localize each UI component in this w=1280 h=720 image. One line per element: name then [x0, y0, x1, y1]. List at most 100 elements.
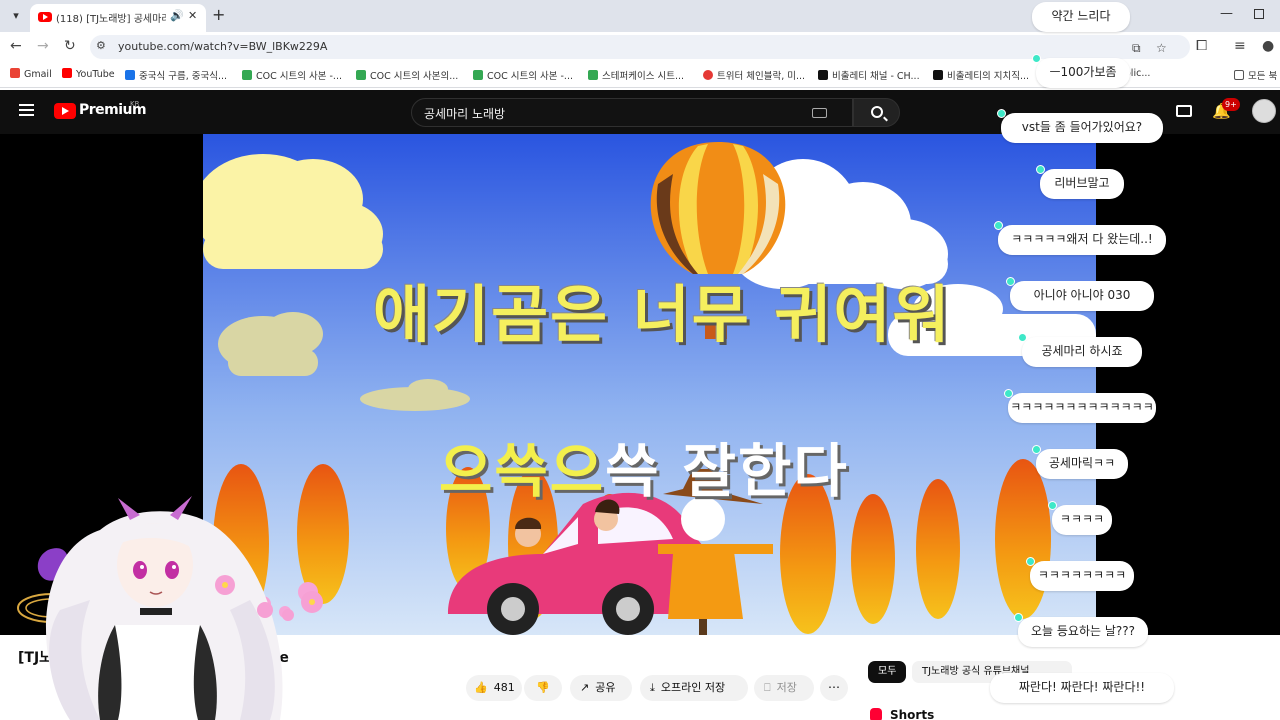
- chat-user-dot-icon: [1018, 333, 1027, 342]
- chat-message: 약간 느리다: [1032, 2, 1130, 32]
- media-controls-icon[interactable]: ≡: [1234, 38, 1246, 54]
- dislike-button[interactable]: 👎: [524, 675, 562, 701]
- bookmark-item[interactable]: 트위터 체인블락, 미...: [703, 68, 805, 82]
- new-tab-plus-icon[interactable]: +: [212, 5, 225, 24]
- browser-tab-youtube[interactable]: (118) [TJ노래방] 공세마리 - 🔊 ✕: [30, 4, 206, 32]
- youtube-favicon-icon: [38, 12, 52, 22]
- chat-message: ㅋㅋㅋㅋ: [1048, 501, 1112, 535]
- sheets-icon: [588, 70, 598, 80]
- like-button[interactable]: 👍 481: [466, 675, 522, 701]
- thumbs-up-icon: 👍: [474, 681, 488, 694]
- bookmark-star-icon[interactable]: ☆: [1156, 41, 1167, 55]
- site-icon: [125, 70, 135, 80]
- notification-badge: 9+: [1222, 98, 1240, 111]
- bookmark-item[interactable]: COC 시트의 사본 -...: [242, 68, 342, 82]
- sheets-icon: [242, 70, 252, 80]
- forward-arrow-icon[interactable]: →: [37, 38, 49, 54]
- chat-user-dot-icon: [1032, 54, 1041, 63]
- video-title[interactable]: [TJ노 araoke: [18, 647, 289, 667]
- search-value: 공세마리 노래방: [424, 107, 506, 121]
- tab-search-chevron-icon[interactable]: ▾: [6, 6, 26, 26]
- offline-save-button[interactable]: ⤓ 오프라인 저장: [640, 675, 748, 701]
- download-icon: ⤓: [650, 681, 655, 694]
- search-button[interactable]: [853, 98, 900, 127]
- window-minimize-icon[interactable]: —: [1220, 6, 1233, 21]
- bookmark-item[interactable]: YouTube: [62, 68, 115, 80]
- chip-all[interactable]: 모두: [868, 661, 907, 683]
- lyric-line-1: 애기곰은 너무 귀여워: [373, 278, 952, 351]
- search-icon: [871, 106, 883, 118]
- bookmark-item[interactable]: 스테퍼케이스 시트...: [588, 68, 684, 82]
- chat-user-dot-icon: [1014, 613, 1023, 622]
- bookmark-item[interactable]: 비출레티 채널 - CH...: [818, 68, 920, 82]
- extensions-puzzle-icon[interactable]: ⧠: [1196, 38, 1207, 54]
- back-arrow-icon[interactable]: ←: [10, 38, 22, 54]
- url-text[interactable]: youtube.com/watch?v=BW_lBKw229A: [118, 40, 327, 53]
- chat-message: 오늘 등요하는 날???: [1014, 613, 1148, 647]
- keyboard-icon[interactable]: [812, 108, 827, 118]
- bookmark-item[interactable]: 중국식 구름, 중국식...: [125, 68, 227, 82]
- chat-user-dot-icon: [1006, 277, 1015, 286]
- chat-user-dot-icon: [1004, 389, 1013, 398]
- menu-hamburger-icon[interactable]: [19, 104, 34, 116]
- window-maximize-icon[interactable]: [1254, 9, 1264, 19]
- create-video-icon[interactable]: [1176, 105, 1192, 117]
- other-bookmarks-folder[interactable]: 모든 북: [1234, 68, 1277, 82]
- search-input[interactable]: 공세마리 노래방: [411, 98, 853, 127]
- karaoke-scene-illustration: [203, 134, 1096, 635]
- profile-icon[interactable]: ●: [1262, 38, 1274, 54]
- chat-message: ㅡ100가보좀: [1032, 54, 1130, 88]
- chat-user-dot-icon: [1032, 445, 1041, 454]
- sheets-icon: [356, 70, 366, 80]
- chat-message: vst들 좀 들어가있어요?: [997, 109, 1163, 143]
- chat-message: ㅋㅋㅋㅋㅋㅋㅋㅋ: [1026, 557, 1134, 591]
- chat-message: ㅋㅋㅋㅋㅋ왜저 다 왔는데..!: [994, 221, 1166, 255]
- chat-message: 아니야 아니야 030: [1006, 277, 1154, 311]
- chat-message: 짜란다! 짜란다! 짜란다!!: [990, 673, 1174, 703]
- chat-user-dot-icon: [997, 109, 1006, 118]
- account-avatar[interactable]: [1252, 99, 1276, 123]
- chzzk-icon: [933, 70, 943, 80]
- lyric-line-2: 으쓱으쓱 잘한다: [439, 424, 849, 508]
- site-info-icon[interactable]: ⚙: [96, 39, 106, 52]
- chat-user-dot-icon: [1048, 501, 1057, 510]
- save-button[interactable]: ⎕ 저장: [754, 675, 814, 701]
- speaker-icon[interactable]: 🔊: [170, 9, 184, 22]
- youtube-logo-icon[interactable]: [54, 103, 76, 119]
- video-player[interactable]: 애기곰은 너무 귀여워 으쓱으쓱 잘한다: [0, 134, 1280, 635]
- bookmark-item[interactable]: Gmail: [10, 68, 52, 80]
- chat-user-dot-icon: [1026, 557, 1035, 566]
- karaoke-video-frame[interactable]: 애기곰은 너무 귀여워 으쓱으쓱 잘한다: [203, 134, 1096, 635]
- share-button[interactable]: ↗ 공유: [570, 675, 632, 701]
- lyric-unsung-part: 쓱 잘한다: [605, 437, 849, 505]
- region-code: KR: [130, 100, 140, 108]
- chat-user-dot-icon: [1036, 165, 1045, 174]
- more-actions-button[interactable]: ⋯: [820, 675, 848, 701]
- chat-message: ㅋㅋㅋㅋㅋㅋㅋㅋㅋㅋㅋㅋㅋ: [1004, 389, 1156, 423]
- lyric-sung-part: 으쓱으: [439, 437, 606, 505]
- bookmark-item[interactable]: COC 시트의 사본 -...: [473, 68, 573, 82]
- folder-icon: [1234, 70, 1244, 80]
- cast-icon[interactable]: ⧉: [1132, 41, 1141, 56]
- gmail-icon: [10, 68, 20, 78]
- screen: ▾ (118) [TJ노래방] 공세마리 - 🔊 ✕ + — ← → ↻ ⚙ y…: [0, 0, 1280, 720]
- bookmark-item[interactable]: COC 시트의 사본의...: [356, 68, 458, 82]
- sheets-icon: [473, 70, 483, 80]
- close-tab-icon[interactable]: ✕: [188, 9, 197, 22]
- bookmark-icon: ⎕: [764, 681, 771, 694]
- bookmark-item[interactable]: 비출레티의 지치직...: [933, 68, 1029, 82]
- chat-message: 공세마리 하시죠: [1018, 333, 1142, 367]
- thumbs-down-icon: 👎: [536, 681, 550, 694]
- shorts-heading[interactable]: Shorts: [890, 708, 934, 720]
- chat-user-dot-icon: [994, 221, 1003, 230]
- tab-title: (118) [TJ노래방] 공세마리 -: [56, 14, 166, 25]
- reload-icon[interactable]: ↻: [64, 38, 76, 54]
- share-arrow-icon: ↗: [580, 681, 590, 694]
- address-bar[interactable]: ⚙ youtube.com/watch?v=BW_lBKw229A ⧉ ☆: [90, 35, 1190, 59]
- chat-message: 리버브말고: [1036, 165, 1124, 199]
- youtube-icon: [62, 68, 72, 78]
- chat-message: 공세마릭ㅋㅋ: [1032, 445, 1128, 479]
- chzzk-icon: [818, 70, 828, 80]
- shorts-icon: [870, 708, 882, 720]
- site-icon: [703, 70, 713, 80]
